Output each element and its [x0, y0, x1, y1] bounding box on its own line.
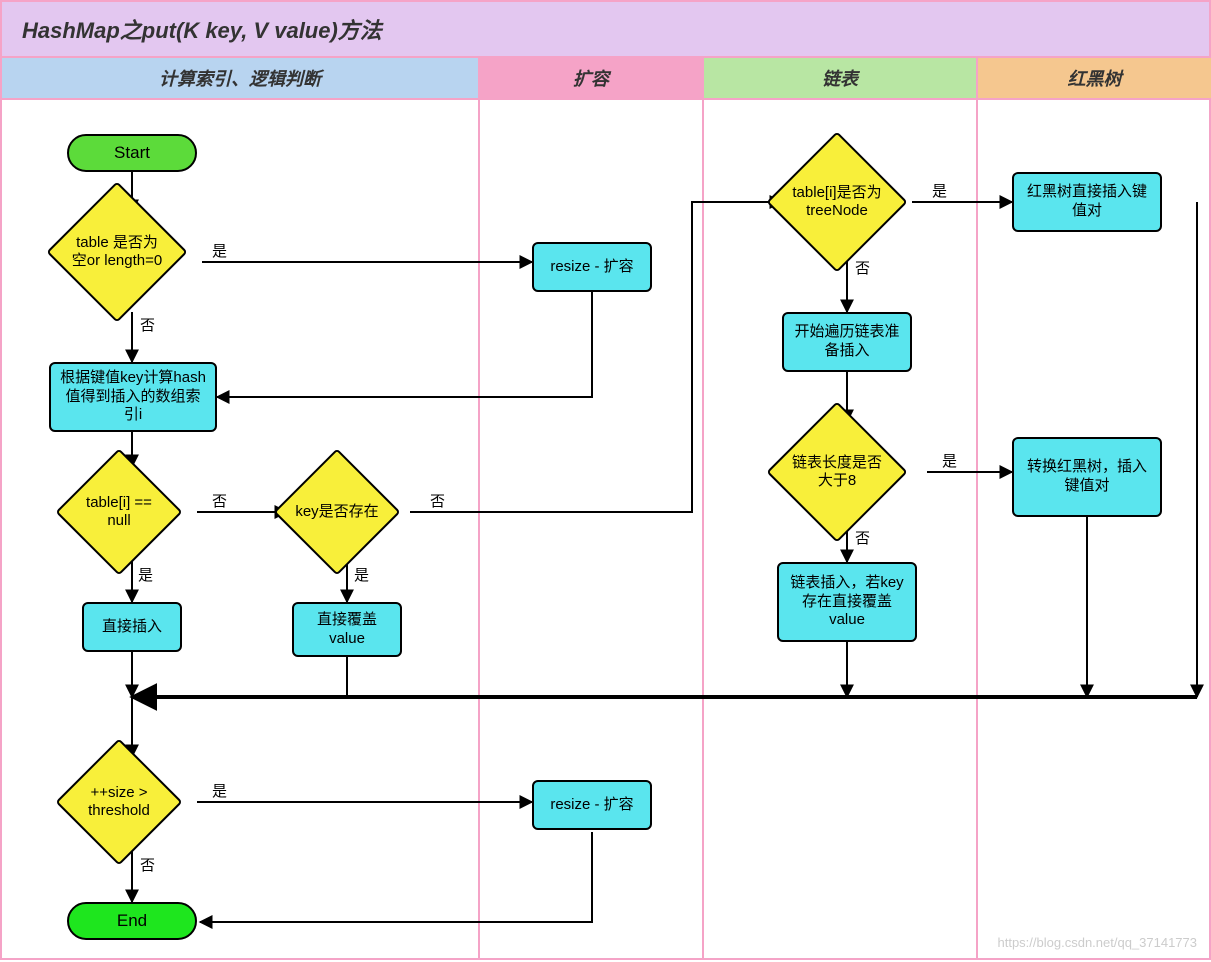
edge-label-yes: 是	[212, 780, 227, 801]
column-divider	[702, 100, 704, 958]
process-to-rbtree: 转换红黑树，插入键值对	[1012, 437, 1162, 517]
watermark: https://blog.csdn.net/qq_37141773	[998, 935, 1198, 950]
process-resize-1: resize - 扩容	[532, 242, 652, 292]
process-rbtree-insert: 红黑树直接插入键值对	[1012, 172, 1162, 232]
decision-text: ++size > threshold	[76, 784, 162, 820]
process-list-insert: 链表插入，若key存在直接覆盖value	[777, 562, 917, 642]
edge-label-no: 否	[212, 490, 227, 511]
column-divider	[976, 100, 978, 958]
edge-label-yes: 是	[932, 180, 947, 201]
edge-label-no: 否	[855, 257, 870, 278]
decision-list-len-8: 链表长度是否大于8	[766, 401, 907, 542]
decision-text: key是否存在	[294, 503, 380, 521]
column-header-1: 计算索引、逻辑判断	[2, 58, 478, 100]
decision-table-i-null: table[i] == null	[55, 448, 182, 575]
edge-label-yes: 是	[212, 240, 227, 261]
process-resize-2: resize - 扩容	[532, 780, 652, 830]
edge-label-yes: 是	[138, 564, 153, 585]
decision-size-threshold: ++size > threshold	[55, 738, 182, 865]
start-node: Start	[67, 134, 197, 172]
decision-key-exist: key是否存在	[273, 448, 400, 575]
diagram-canvas: HashMap之put(K key, V value)方法 计算索引、逻辑判断 …	[0, 0, 1211, 960]
column-header-3: 链表	[702, 58, 976, 100]
column-header-2: 扩容	[478, 58, 702, 100]
diagram-title: HashMap之put(K key, V value)方法	[2, 2, 1209, 58]
decision-table-empty: table 是否为空or length=0	[46, 181, 187, 322]
edge-label-yes: 是	[354, 564, 369, 585]
edge-label-no: 否	[855, 527, 870, 548]
decision-treenode: table[i]是否为treeNode	[766, 131, 907, 272]
edge-label-no: 否	[430, 490, 445, 511]
decision-text: table[i]是否为treeNode	[789, 184, 885, 220]
column-header-4: 红黑树	[976, 58, 1211, 100]
decision-text: table[i] == null	[76, 494, 162, 530]
decision-text: 链表长度是否大于8	[789, 454, 885, 490]
edge-label-no: 否	[140, 854, 155, 875]
process-hash-index: 根据键值key计算hash值得到插入的数组索引i	[49, 362, 217, 432]
process-direct-overwrite: 直接覆盖value	[292, 602, 402, 657]
end-node: End	[67, 902, 197, 940]
edge-label-yes: 是	[942, 450, 957, 471]
process-traverse-list: 开始遍历链表准备插入	[782, 312, 912, 372]
column-divider	[478, 100, 480, 958]
edge-label-no: 否	[140, 314, 155, 335]
process-direct-insert: 直接插入	[82, 602, 182, 652]
decision-text: table 是否为空or length=0	[69, 234, 165, 270]
